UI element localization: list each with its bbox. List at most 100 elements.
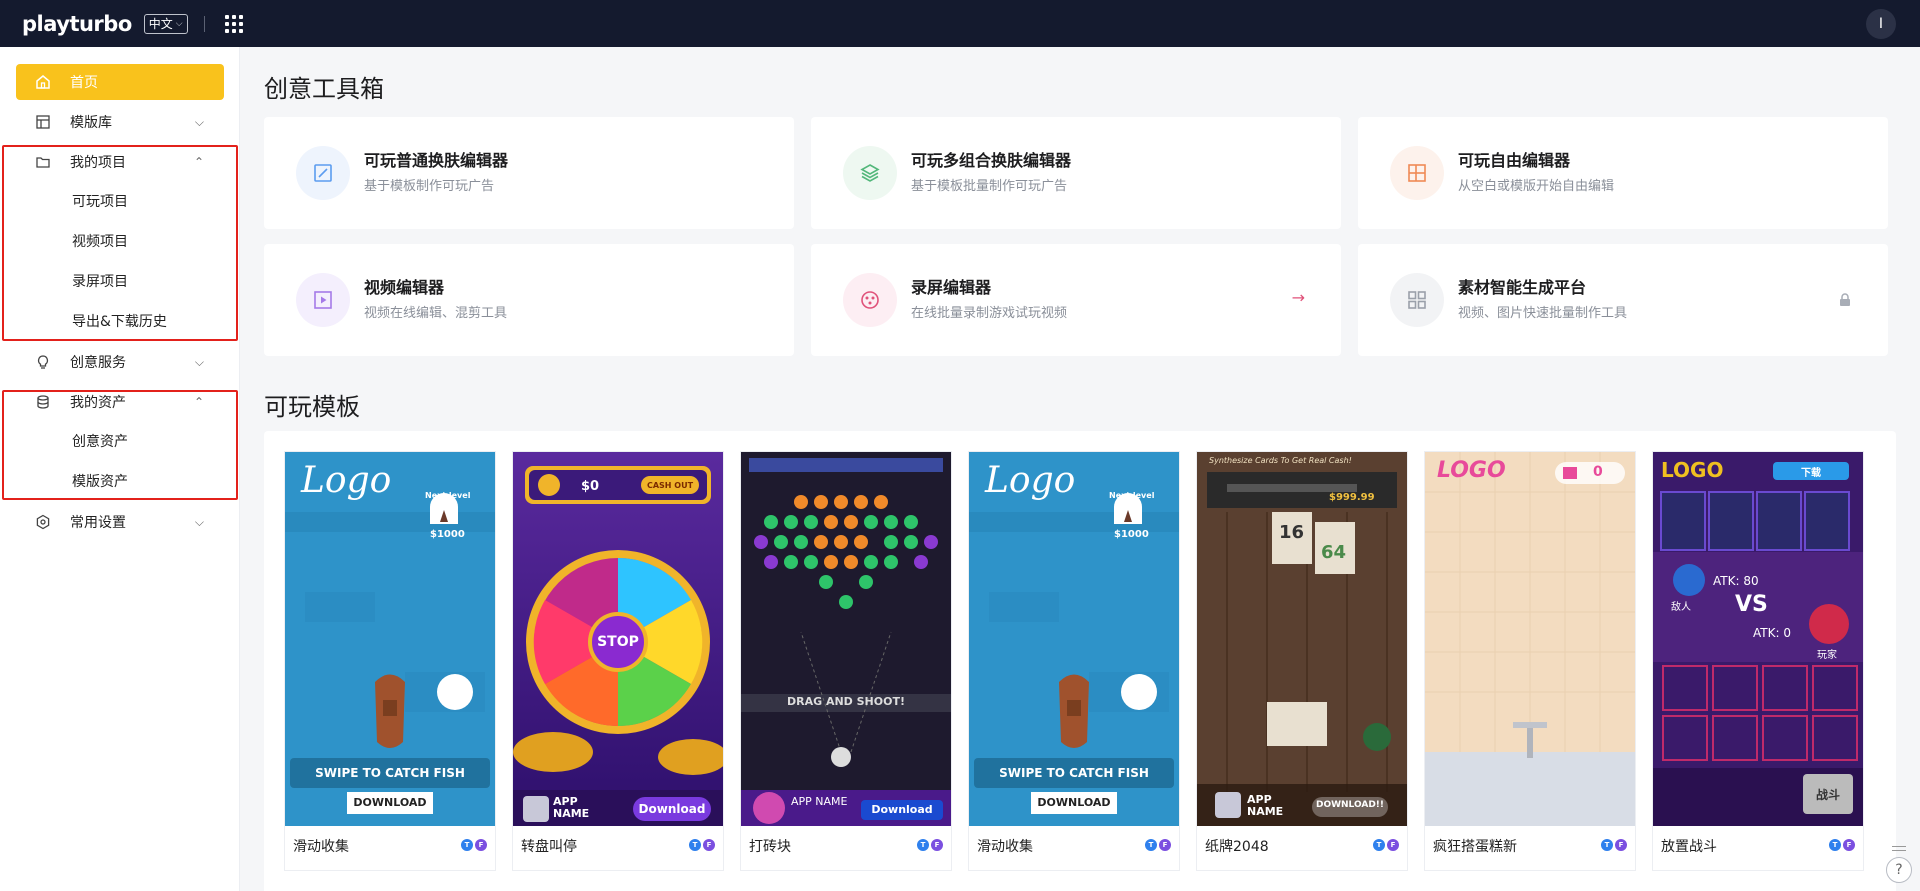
play-square-icon (296, 273, 350, 327)
template-name: 放置战斗 (1661, 839, 1717, 855)
next-level-label: Next level (425, 491, 471, 500)
tool-desc: 从空白或模版开始自由编辑 (1458, 179, 1615, 194)
facebook-badge-icon: F (931, 839, 943, 851)
platform-badges: T F (917, 839, 943, 851)
facebook-badge-icon: F (1843, 839, 1855, 851)
money-label: $1000 (430, 529, 465, 540)
money-label: $1000 (1114, 529, 1149, 540)
cash-out-label: CASH OUT (646, 481, 694, 490)
template-card[interactable]: Logo Next level $1000 SWIPE TO CATCH FIS… (284, 451, 496, 871)
tool-card-asset-platform[interactable]: 素材智能生成平台 视频、图片快速批量制作工具 (1358, 244, 1888, 356)
template-card[interactable]: DRAG AND SHOOT! APP NAME Download 打砖块 T … (740, 451, 952, 871)
template-logo-text: Logo (301, 460, 392, 501)
apps-grid-icon[interactable] (224, 14, 243, 33)
vs-label: VS (1735, 592, 1768, 617)
template-card[interactable]: $0 CASH OUT STOP APP NAME Download 转盘叫停 … (512, 451, 724, 871)
tool-card-recording-editor[interactable]: 录屏编辑器 在线批量录制游戏试玩视频 → (811, 244, 1341, 356)
tool-desc: 基于模板制作可玩广告 (364, 179, 495, 194)
sidebar-item-label: 创意服务 (70, 355, 126, 371)
sidebar-item-label: 首页 (70, 75, 98, 91)
caption-label: SWIPE TO CATCH FISH (315, 766, 465, 780)
template-name: 转盘叫停 (521, 839, 577, 855)
template-card[interactable]: Synthesize Cards To Get Real Cash! $999.… (1196, 451, 1408, 871)
stop-label: STOP (597, 634, 639, 650)
facebook-badge-icon: F (703, 839, 715, 851)
platform-badges: T F (1145, 839, 1171, 851)
app-name-label: APP NAME (553, 795, 590, 820)
language-label: 中文 (148, 17, 173, 31)
download-label: DOWNLOAD (1037, 796, 1111, 809)
tool-desc: 基于模板批量制作可玩广告 (911, 179, 1068, 194)
money-label: $0 (581, 479, 600, 494)
template-card[interactable]: LOGO 下载 ATK: 80 敌人 VS ATK: 0 玩家 战斗 放置战斗 … (1652, 451, 1864, 871)
tool-card-free-editor[interactable]: 可玩自由编辑器 从空白或模版开始自由编辑 (1358, 117, 1888, 229)
grid-icon (1390, 273, 1444, 327)
chevron-down-icon: ⌵ (194, 114, 204, 129)
tool-name: 录屏编辑器 (911, 278, 992, 297)
platform-badges: T F (689, 839, 715, 851)
sidebar-item-label: 常用设置 (70, 515, 126, 531)
tool-name: 视频编辑器 (364, 278, 445, 297)
layers-icon (843, 146, 897, 200)
tiktok-badge-icon: T (689, 839, 701, 851)
platform-badges: T F (1829, 839, 1855, 851)
caption-label: SWIPE TO CATCH FISH (999, 766, 1149, 780)
caption-label: Synthesize Cards To Get Real Cash! (1209, 456, 1352, 465)
sidebar-item-creative-services[interactable]: 创意服务 ⌵ (16, 344, 224, 380)
tiktok-badge-icon: T (1601, 839, 1613, 851)
tool-desc: 视频、图片快速批量制作工具 (1458, 306, 1628, 321)
template-logo-text: LOGO (1661, 458, 1724, 482)
template-name: 滑动收集 (977, 839, 1033, 855)
sidebar: 首页 模版库 ⌵ 我的项目 ⌃ 可玩项目 视频项目 录屏项目 导出&下载历史 创… (0, 47, 240, 891)
attack-label: ATK: 0 (1753, 626, 1791, 640)
app-logo[interactable]: playturbo (22, 12, 132, 36)
main-content: 创意工具箱 可玩普通换肤编辑器 基于模板制作可玩广告 可玩多组合换肤编辑器 基于… (240, 47, 1920, 891)
platform-badges: T F (1601, 839, 1627, 851)
language-select[interactable]: 中文 ⌵ (143, 13, 188, 34)
tool-card-multi-editor[interactable]: 可玩多组合换肤编辑器 基于模板批量制作可玩广告 (811, 117, 1341, 229)
home-icon (34, 73, 52, 91)
card-value: 64 (1321, 542, 1347, 563)
facebook-badge-icon: F (1615, 839, 1627, 851)
lock-icon (1838, 292, 1852, 311)
player-label: 玩家 (1817, 650, 1837, 661)
gamepad-icon (843, 273, 897, 327)
arrow-right-icon[interactable]: → (1292, 288, 1305, 307)
template-thumbnail[interactable] (1197, 452, 1407, 826)
sidebar-item-templates[interactable]: 模版库 ⌵ (16, 104, 224, 140)
tool-name: 素材智能生成平台 (1458, 278, 1587, 297)
templates-panel: Logo Next level $1000 SWIPE TO CATCH FIS… (264, 431, 1896, 891)
tool-desc: 视频在线编辑、混剪工具 (364, 306, 508, 321)
settings-icon (34, 513, 52, 531)
tiktok-badge-icon: T (1829, 839, 1841, 851)
tool-card-video-editor[interactable]: 视频编辑器 视频在线编辑、混剪工具 (264, 244, 794, 356)
chevron-down-icon: ⌵ (175, 18, 183, 29)
menu-icon[interactable] (1892, 846, 1906, 851)
tiktok-badge-icon: T (1145, 839, 1157, 851)
tool-card-basic-editor[interactable]: 可玩普通换肤编辑器 基于模板制作可玩广告 (264, 117, 794, 229)
edit-square-icon (296, 146, 350, 200)
user-avatar[interactable]: I (1866, 9, 1896, 39)
top-bar: playturbo 中文 ⌵ I (0, 0, 1920, 47)
sidebar-item-label: 模版库 (70, 115, 112, 131)
sidebar-item-home[interactable]: 首页 (16, 64, 224, 100)
platform-badges: T F (1373, 839, 1399, 851)
template-thumbnail[interactable] (741, 452, 951, 826)
app-name-label: APP NAME (791, 795, 848, 808)
chevron-down-icon: ⌵ (194, 354, 204, 369)
templates-title: 可玩模板 (264, 393, 360, 421)
platform-badges: T F (461, 839, 487, 851)
chevron-down-icon: ⌵ (194, 514, 204, 529)
tool-name: 可玩自由编辑器 (1458, 151, 1571, 170)
next-level-label: Next level (1109, 491, 1155, 500)
divider (203, 15, 205, 32)
template-thumbnail[interactable] (1425, 452, 1635, 826)
money-label: $999.99 (1329, 492, 1375, 503)
sidebar-item-settings[interactable]: 常用设置 ⌵ (16, 504, 224, 540)
facebook-badge-icon: F (1387, 839, 1399, 851)
facebook-badge-icon: F (475, 839, 487, 851)
template-card[interactable]: LOGO 0 疯狂搭蛋糕新 T F (1424, 451, 1636, 871)
template-card[interactable]: Logo Next level $1000 SWIPE TO CATCH FIS… (968, 451, 1180, 871)
template-name: 滑动收集 (293, 839, 349, 855)
help-icon[interactable]: ? (1886, 857, 1912, 883)
